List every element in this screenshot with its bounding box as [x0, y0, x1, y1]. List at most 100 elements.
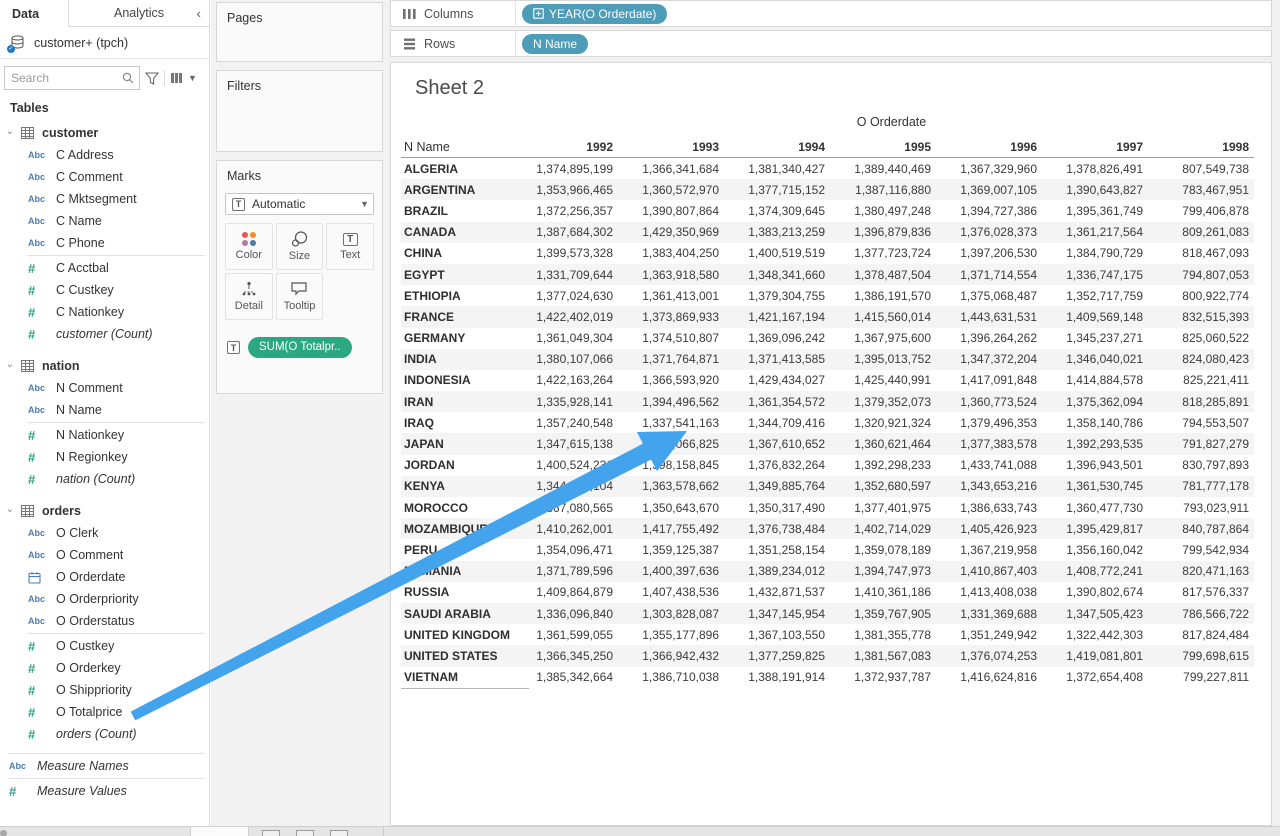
value-cell[interactable]: 1,360,773,524 — [936, 395, 1042, 409]
table-group-orders[interactable]: ⌄orders — [0, 500, 209, 522]
value-cell[interactable]: 1,303,828,087 — [618, 607, 724, 621]
chevron-down-icon[interactable]: ▼ — [360, 199, 369, 209]
value-cell[interactable]: 1,410,361,186 — [830, 585, 936, 599]
value-cell[interactable]: 825,221,411 — [1148, 373, 1254, 387]
value-cell[interactable]: 1,359,078,189 — [830, 543, 936, 557]
value-cell[interactable]: 1,351,258,154 — [724, 543, 830, 557]
row-label[interactable]: IRAN — [401, 395, 529, 409]
value-cell[interactable]: 1,363,578,662 — [618, 479, 724, 493]
value-cell[interactable]: 1,409,569,148 — [1042, 310, 1148, 324]
value-cell[interactable]: 1,386,710,038 — [618, 670, 724, 684]
row-label[interactable]: IRAQ — [401, 416, 529, 430]
value-cell[interactable]: 1,421,167,194 — [724, 310, 830, 324]
value-cell[interactable]: 1,386,191,570 — [830, 289, 936, 303]
field-c-acctbal[interactable]: #C Acctbal — [0, 257, 209, 279]
search-input-box[interactable] — [4, 66, 140, 90]
expand-field-icon[interactable] — [533, 8, 544, 19]
value-cell[interactable]: 1,416,624,816 — [936, 670, 1042, 684]
value-cell[interactable]: 1,361,217,564 — [1042, 225, 1148, 239]
field-o-orderpriority[interactable]: AbcO Orderpriority — [0, 588, 209, 610]
value-cell[interactable]: 1,383,404,250 — [618, 246, 724, 260]
row-label[interactable]: MOROCCO — [401, 501, 529, 515]
value-cell[interactable]: 1,417,755,492 — [618, 522, 724, 536]
value-cell[interactable]: 1,400,397,636 — [618, 564, 724, 578]
value-cell[interactable]: 1,410,867,403 — [936, 564, 1042, 578]
color-button[interactable]: Color — [225, 223, 273, 270]
value-cell[interactable]: 830,797,893 — [1148, 458, 1254, 472]
value-cell[interactable]: 1,336,096,840 — [529, 607, 618, 621]
tooltip-button[interactable]: Tooltip — [276, 273, 324, 320]
field-o-clerk[interactable]: AbcO Clerk — [0, 522, 209, 544]
measure-pill[interactable]: SUM(O Totalpr.. — [248, 337, 352, 358]
value-cell[interactable]: 1,400,524,231 — [529, 458, 618, 472]
value-cell[interactable]: 1,396,879,836 — [830, 225, 936, 239]
value-cell[interactable]: 1,385,342,664 — [529, 670, 618, 684]
new-worksheet-icon[interactable] — [262, 830, 280, 836]
value-cell[interactable]: 1,376,832,264 — [724, 458, 830, 472]
year-header[interactable]: 1994 — [724, 140, 830, 154]
value-cell[interactable]: 1,378,826,491 — [1042, 162, 1148, 176]
value-cell[interactable]: 1,354,096,471 — [529, 543, 618, 557]
value-cell[interactable]: 1,390,643,827 — [1042, 183, 1148, 197]
value-cell[interactable]: 800,922,774 — [1148, 289, 1254, 303]
value-cell[interactable]: 793,023,911 — [1148, 501, 1254, 515]
row-label[interactable]: GERMANY — [401, 331, 529, 345]
row-label[interactable]: UNITED STATES — [401, 649, 529, 663]
value-cell[interactable]: 1,348,341,660 — [724, 268, 830, 282]
field-o-shippriority[interactable]: #O Shippriority — [0, 679, 209, 701]
value-cell[interactable]: 783,467,951 — [1148, 183, 1254, 197]
value-cell[interactable]: 1,344,709,416 — [724, 416, 830, 430]
field-orders-count[interactable]: #orders (Count) — [0, 723, 209, 745]
row-label[interactable]: ALGERIA — [401, 162, 529, 176]
chevron-down-icon[interactable]: ⌄ — [5, 359, 15, 370]
value-cell[interactable]: 1,397,206,530 — [936, 246, 1042, 260]
value-cell[interactable]: 1,347,145,954 — [724, 607, 830, 621]
value-cell[interactable]: 1,363,918,580 — [618, 268, 724, 282]
value-cell[interactable]: 1,390,802,674 — [1042, 585, 1148, 599]
year-header[interactable]: 1995 — [830, 140, 936, 154]
value-cell[interactable]: 1,359,767,905 — [830, 607, 936, 621]
collapse-pane-icon[interactable]: ‹ — [196, 5, 201, 21]
row-label[interactable]: FRANCE — [401, 310, 529, 324]
row-label[interactable]: UNITED KINGDOM — [401, 628, 529, 642]
value-cell[interactable]: 1,377,024,630 — [529, 289, 618, 303]
value-cell[interactable]: 1,402,714,029 — [830, 522, 936, 536]
mark-type-dropdown[interactable]: T Automatic ▼ — [225, 193, 374, 215]
field-o-totalprice[interactable]: #O Totalprice — [0, 701, 209, 723]
field-customer-count[interactable]: #customer (Count) — [0, 323, 209, 345]
tab-analytics[interactable]: Analytics ‹ — [68, 0, 209, 27]
row-label[interactable]: ARGENTINA — [401, 183, 529, 197]
year-header[interactable]: 1998 — [1148, 140, 1254, 154]
value-cell[interactable]: 1,372,256,357 — [529, 204, 618, 218]
value-cell[interactable]: 1,433,741,088 — [936, 458, 1042, 472]
new-story-icon[interactable] — [330, 830, 348, 836]
value-cell[interactable]: 1,350,643,670 — [618, 501, 724, 515]
field-nation-count[interactable]: #nation (Count) — [0, 468, 209, 490]
value-cell[interactable]: 1,367,975,600 — [830, 331, 936, 345]
columns-pill[interactable]: YEAR(O Orderdate) — [522, 4, 667, 24]
value-cell[interactable]: 1,422,163,264 — [529, 373, 618, 387]
value-cell[interactable]: 1,413,408,038 — [936, 585, 1042, 599]
value-cell[interactable]: 1,379,496,353 — [936, 416, 1042, 430]
value-cell[interactable]: 1,371,413,585 — [724, 352, 830, 366]
value-cell[interactable]: 1,347,372,204 — [936, 352, 1042, 366]
value-cell[interactable]: 1,367,329,960 — [936, 162, 1042, 176]
value-cell[interactable]: 1,388,191,914 — [724, 670, 830, 684]
row-label[interactable]: JORDAN — [401, 458, 529, 472]
field-c-phone[interactable]: AbcC Phone — [0, 232, 209, 254]
value-cell[interactable]: 1,359,125,387 — [618, 543, 724, 557]
field-c-custkey[interactable]: #C Custkey — [0, 279, 209, 301]
value-cell[interactable]: 1,361,413,001 — [618, 289, 724, 303]
value-cell[interactable]: 1,356,066,825 — [618, 437, 724, 451]
value-cell[interactable]: 1,352,717,759 — [1042, 289, 1148, 303]
row-label[interactable]: PERU — [401, 543, 529, 557]
year-header[interactable]: 1993 — [618, 140, 724, 154]
value-cell[interactable]: 1,322,442,303 — [1042, 628, 1148, 642]
value-cell[interactable]: 1,369,007,105 — [936, 183, 1042, 197]
row-label[interactable]: CANADA — [401, 225, 529, 239]
value-cell[interactable]: 791,827,279 — [1148, 437, 1254, 451]
field-c-name[interactable]: AbcC Name — [0, 210, 209, 232]
size-button[interactable]: Size — [276, 223, 324, 270]
value-cell[interactable]: 1,383,213,259 — [724, 225, 830, 239]
value-cell[interactable]: 1,372,937,787 — [830, 670, 936, 684]
